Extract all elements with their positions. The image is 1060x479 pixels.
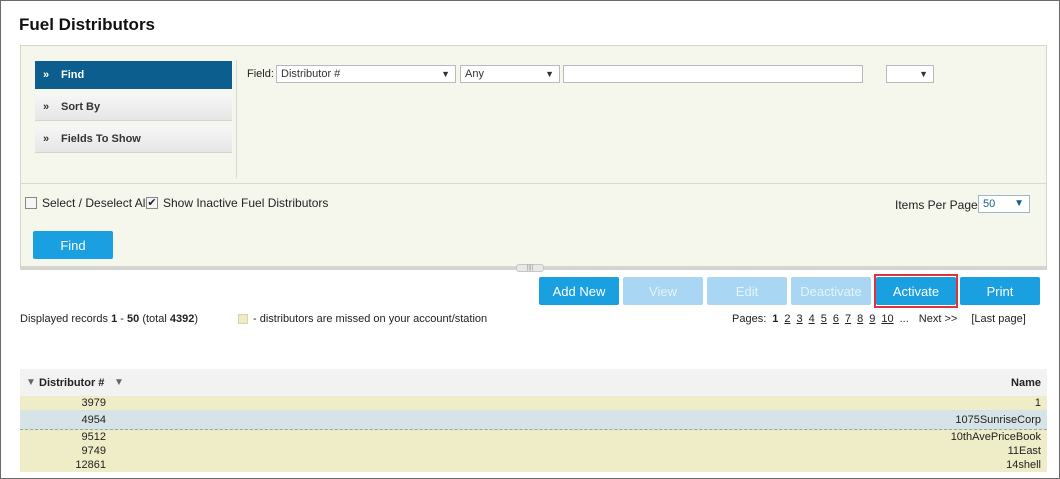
- column-header-distributor[interactable]: ▼ Distributor #: [20, 377, 110, 389]
- table-row[interactable]: 9749 11East: [20, 444, 1047, 458]
- page-link[interactable]: 4: [809, 313, 815, 325]
- distributors-table: ▼ Distributor # ▼ Name 3979 1 4954 1075S…: [20, 369, 1047, 472]
- next-page-link[interactable]: Next >>: [919, 313, 958, 325]
- column-label: Distributor #: [39, 376, 105, 389]
- pager-label: Pages:: [732, 313, 767, 325]
- items-per-page-label: Items Per Page: [895, 198, 978, 212]
- select-all-checkbox[interactable]: [25, 197, 37, 209]
- pager: Pages: 1 2 3 4 5 6 7 8 9 10 ... Next >> …: [732, 313, 1026, 325]
- field-label: Field:: [247, 68, 274, 80]
- page-link[interactable]: 9: [869, 313, 875, 325]
- records-from: 1: [111, 313, 118, 325]
- pager-ellipsis: ...: [899, 313, 909, 325]
- select-all-label: Select / Deselect All: [42, 196, 149, 210]
- table-row[interactable]: 3979 1: [20, 396, 1047, 410]
- page-link[interactable]: 1: [772, 313, 778, 325]
- side-menu: » Find » Sort By » Fields To Show: [35, 61, 232, 157]
- table-row[interactable]: 4954 1075SunriseCorp: [20, 410, 1047, 430]
- page-title: Fuel Distributors: [19, 15, 156, 34]
- table-row[interactable]: 9512 10thAvePriceBook: [20, 430, 1047, 444]
- view-button[interactable]: View: [623, 277, 703, 305]
- cell-name: 10thAvePriceBook: [950, 431, 1041, 443]
- caret-down-icon: ▼: [545, 69, 554, 79]
- cell-distributor: 9512: [81, 431, 106, 443]
- add-new-button[interactable]: Add New: [539, 277, 619, 305]
- value-input[interactable]: [563, 65, 863, 83]
- activate-highlight: [874, 274, 958, 308]
- caret-down-icon: ▼: [441, 69, 450, 79]
- deactivate-button[interactable]: Deactivate: [791, 277, 871, 305]
- last-page-link[interactable]: [Last page]: [971, 313, 1025, 325]
- page-link[interactable]: 7: [845, 313, 851, 325]
- side-item-label: Fields To Show: [61, 132, 141, 145]
- splitter-handle-icon[interactable]: ||||: [516, 264, 544, 272]
- double-chevron-icon: »: [43, 100, 50, 113]
- show-inactive-checkbox[interactable]: ✔: [146, 197, 158, 209]
- operator-select-value: Any: [465, 68, 484, 80]
- records-prefix: Displayed records: [20, 313, 109, 325]
- cell-name: 14shell: [1006, 459, 1041, 471]
- items-per-page-select[interactable]: 50 ▼: [978, 195, 1030, 213]
- field-select[interactable]: Distributor # ▼: [276, 65, 456, 83]
- page-link[interactable]: 3: [797, 313, 803, 325]
- page-link[interactable]: 8: [857, 313, 863, 325]
- cell-name: 1: [1034, 397, 1041, 409]
- legend: - distributors are missed on your accoun…: [238, 313, 487, 325]
- extra-select[interactable]: ▼: [886, 65, 934, 83]
- side-item-fields-to-show[interactable]: » Fields To Show: [35, 125, 232, 153]
- records-total: 4392: [169, 313, 195, 325]
- page-link[interactable]: 6: [833, 313, 839, 325]
- operator-select[interactable]: Any ▼: [460, 65, 560, 83]
- side-item-find[interactable]: » Find: [35, 61, 232, 89]
- select-all-row[interactable]: Select / Deselect All: [25, 196, 148, 210]
- table-row[interactable]: 12861 14shell: [20, 458, 1047, 472]
- table-header: ▼ Distributor # ▼ Name: [20, 369, 1047, 396]
- filter-panel: » Find » Sort By » Fields To Show Field:…: [20, 45, 1047, 267]
- caret-down-icon: ▼: [919, 69, 928, 79]
- page-link[interactable]: 10: [881, 313, 893, 325]
- page-link[interactable]: 2: [784, 313, 790, 325]
- side-item-sort-by[interactable]: » Sort By: [35, 93, 232, 121]
- caret-down-icon: ▼: [1014, 198, 1024, 209]
- show-inactive-row[interactable]: ✔ Show Inactive Fuel Distributors: [146, 196, 328, 210]
- show-inactive-label: Show Inactive Fuel Distributors: [163, 196, 329, 210]
- filter-icon[interactable]: ▼: [26, 377, 37, 388]
- field-select-value: Distributor #: [281, 68, 341, 80]
- column-header-name[interactable]: Name: [1011, 377, 1041, 389]
- cell-name: 11East: [1007, 445, 1041, 457]
- print-button[interactable]: Print: [960, 277, 1040, 305]
- find-button[interactable]: Find: [33, 231, 113, 259]
- legend-swatch: [238, 314, 248, 324]
- panel-divider: [236, 60, 237, 178]
- side-item-label: Find: [61, 68, 85, 81]
- legend-text: - distributors are missed on your accoun…: [253, 313, 488, 325]
- double-chevron-icon: »: [43, 132, 50, 145]
- cell-distributor: 4954: [81, 413, 106, 426]
- edit-button[interactable]: Edit: [707, 277, 787, 305]
- cell-distributor: 3979: [81, 397, 106, 409]
- records-to: 50: [127, 313, 140, 325]
- cell-distributor: 9749: [81, 445, 106, 457]
- double-chevron-icon: »: [43, 68, 50, 81]
- side-item-label: Sort By: [61, 100, 101, 113]
- records-info: Displayed records 1 - 50 (total 4392): [20, 313, 198, 325]
- filter-icon[interactable]: ▼: [114, 377, 125, 388]
- cell-name: 1075SunriseCorp: [955, 413, 1041, 426]
- page-link[interactable]: 5: [821, 313, 827, 325]
- cell-distributor: 12861: [75, 459, 106, 471]
- items-per-page-value: 50: [983, 198, 996, 210]
- panel-separator: [21, 183, 1046, 184]
